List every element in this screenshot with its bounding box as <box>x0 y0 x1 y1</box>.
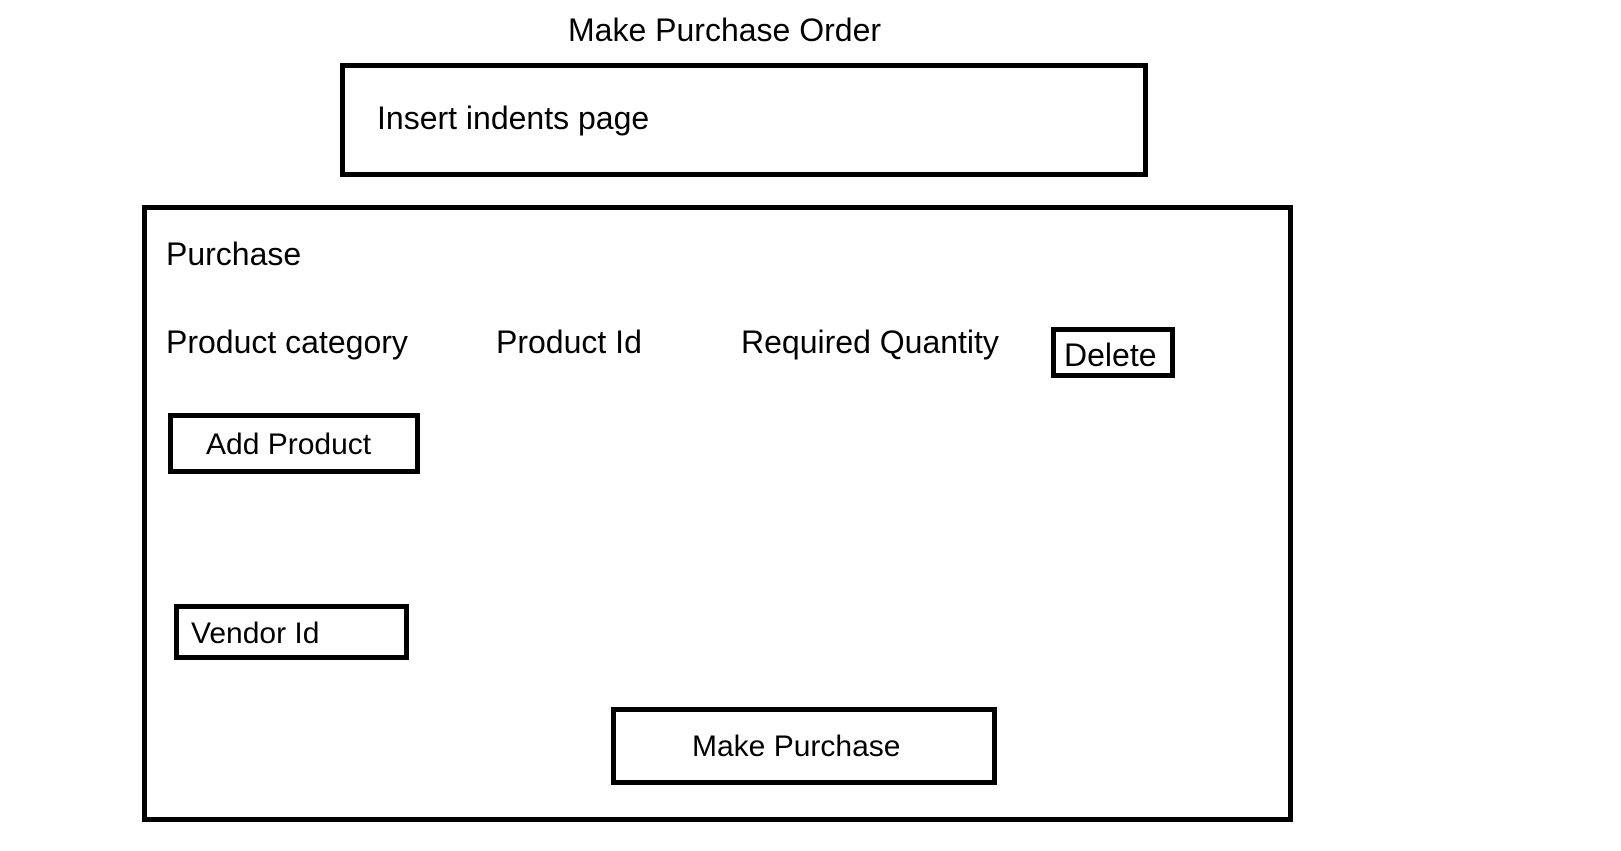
purchase-panel: Purchase Product category Product Id Req… <box>142 205 1293 822</box>
product-category-label: Product category <box>166 324 408 360</box>
required-quantity-label: Required Quantity <box>741 324 999 360</box>
make-purchase-button[interactable]: Make Purchase <box>611 707 997 785</box>
insert-indents-label: Insert indents page <box>377 100 650 136</box>
delete-button[interactable]: Delete <box>1051 327 1175 378</box>
delete-button-label: Delete <box>1064 337 1157 373</box>
add-product-button[interactable]: Add Product <box>168 413 420 474</box>
add-product-button-label: Add Product <box>206 428 372 461</box>
make-purchase-button-label: Make Purchase <box>692 730 901 763</box>
product-id-label: Product Id <box>496 324 642 360</box>
purchase-heading: Purchase <box>166 236 302 272</box>
vendor-id-label: Vendor Id <box>191 617 320 650</box>
page-title: Make Purchase Order <box>568 12 882 48</box>
insert-indents-field[interactable]: Insert indents page <box>340 63 1148 177</box>
vendor-id-field[interactable]: Vendor Id <box>174 604 409 660</box>
